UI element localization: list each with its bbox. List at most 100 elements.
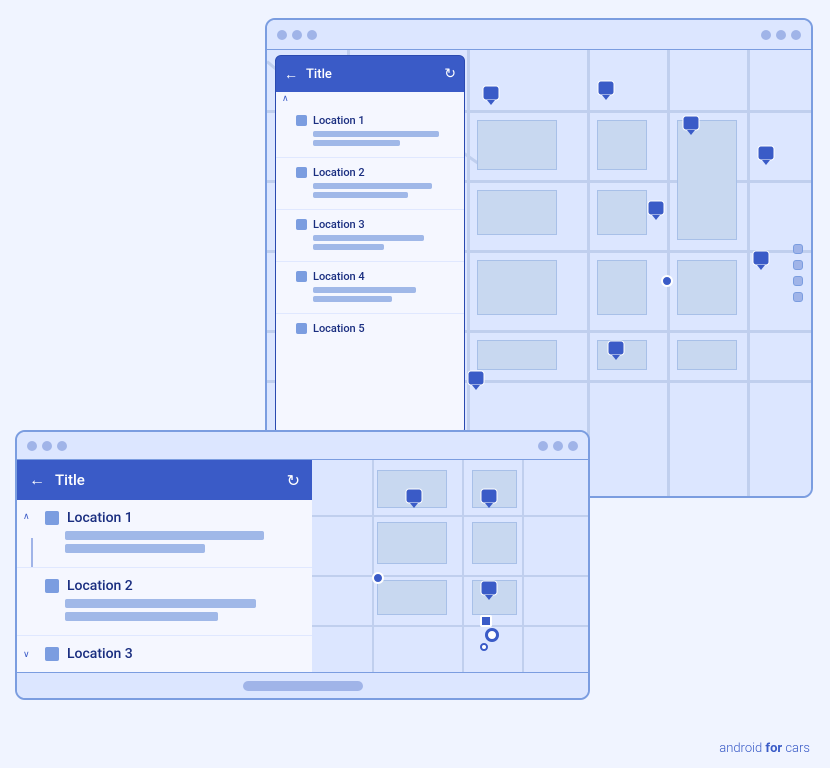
front-checkbox-3[interactable] xyxy=(45,647,59,661)
fblock-5 xyxy=(377,580,447,615)
bottom-pill xyxy=(243,681,363,691)
fblock-4 xyxy=(472,522,517,564)
block-13 xyxy=(477,340,557,370)
front-card: ← Title ↻ ∧ Location 1 xyxy=(15,430,590,700)
fdot-4 xyxy=(538,441,548,451)
block-15 xyxy=(677,340,737,370)
back-panel-item-4[interactable]: Location 4 xyxy=(276,262,464,314)
back-panel-refresh-icon[interactable]: ↻ xyxy=(444,66,456,82)
back-panel-item-2-name: Location 2 xyxy=(296,166,454,179)
front-bar-1a xyxy=(65,531,264,540)
fdot-2 xyxy=(42,441,52,451)
front-bar-1b xyxy=(65,544,205,553)
item-bar-2b xyxy=(313,192,408,198)
front-panel-item-2[interactable]: Location 2 xyxy=(17,568,312,636)
front-checkbox-2[interactable] xyxy=(45,579,59,593)
item-bar-4a xyxy=(313,287,416,293)
back-panel-title: Title xyxy=(306,67,436,82)
fdot-1 xyxy=(27,441,37,451)
checkbox-1[interactable] xyxy=(296,115,307,126)
map-pin-6 xyxy=(752,250,770,270)
road-v5 xyxy=(747,50,750,496)
front-map-pin-2 xyxy=(480,488,498,508)
back-panel-item-5-name: Location 5 xyxy=(296,322,454,335)
front-map-circle-2 xyxy=(480,643,488,651)
back-panel-chevron-up[interactable]: ∧ xyxy=(282,94,289,104)
back-panel-item-4-name: Location 4 xyxy=(296,270,454,283)
fdot-6 xyxy=(568,441,578,451)
map-pin-5 xyxy=(647,200,665,220)
back-panel-item-2[interactable]: Location 2 xyxy=(276,158,464,210)
back-panel-item-3[interactable]: Location 3 xyxy=(276,210,464,262)
froad-h2 xyxy=(312,575,588,577)
front-panel-item-2-name: Location 2 xyxy=(45,578,300,594)
front-bar-2b xyxy=(65,612,218,621)
froad-h1 xyxy=(312,515,588,517)
dot-3 xyxy=(307,30,317,40)
block-2 xyxy=(477,120,557,170)
back-card-top-bar xyxy=(267,20,811,50)
front-card-top-bar xyxy=(17,432,588,460)
back-panel-item-1[interactable]: Location 1 xyxy=(276,106,464,158)
front-panel-item-3-name: Location 3 xyxy=(45,646,300,662)
froad-v1 xyxy=(372,460,374,672)
back-panel-item-5[interactable]: Location 5 xyxy=(276,314,464,347)
back-card-dots-left xyxy=(277,30,317,40)
front-card-bottom-bar xyxy=(17,672,588,698)
fdot-5 xyxy=(553,441,563,451)
dot-1 xyxy=(277,30,287,40)
front-panel-title: Title xyxy=(55,471,277,489)
block-3 xyxy=(597,120,647,170)
scroll-dot-2[interactable] xyxy=(793,260,803,270)
front-map-dot-1 xyxy=(372,572,384,584)
front-panel-refresh-icon[interactable]: ↻ xyxy=(287,471,300,490)
scroll-dot-4[interactable] xyxy=(793,292,803,302)
front-map xyxy=(312,460,588,672)
map-pin-8 xyxy=(467,370,485,390)
dot-2 xyxy=(292,30,302,40)
back-panel: ← Title ↻ ∧ Location 1 Location 2 xyxy=(275,55,465,435)
checkbox-2[interactable] xyxy=(296,167,307,178)
front-map-square-1 xyxy=(480,615,492,627)
block-6 xyxy=(597,190,647,235)
road-v3 xyxy=(587,50,590,496)
front-panel: ← Title ↻ ∧ Location 1 xyxy=(17,460,312,672)
block-10 xyxy=(597,260,647,315)
front-checkbox-1[interactable] xyxy=(45,511,59,525)
front-panel-header: ← Title ↻ xyxy=(17,460,312,500)
front-bar-2a xyxy=(65,599,256,608)
block-5 xyxy=(477,190,557,235)
map-pin-2 xyxy=(597,80,615,100)
front-panel-back-icon[interactable]: ← xyxy=(29,470,45,490)
front-item-3-chevron-down[interactable]: ∨ xyxy=(23,650,30,660)
back-panel-back-icon[interactable]: ← xyxy=(284,66,298,83)
item-bar-1a xyxy=(313,131,439,137)
front-card-content: ← Title ↻ ∧ Location 1 xyxy=(17,460,588,672)
map-pin-4 xyxy=(757,145,775,165)
back-card-dots-right xyxy=(761,30,801,40)
front-item-1-chevron-up[interactable]: ∧ xyxy=(23,512,30,522)
item-bar-1b xyxy=(313,140,400,146)
block-7 xyxy=(677,120,737,240)
checkbox-3[interactable] xyxy=(296,219,307,230)
checkbox-5[interactable] xyxy=(296,323,307,334)
scroll-dot-1[interactable] xyxy=(793,244,803,254)
road-v4 xyxy=(667,50,670,496)
front-top-dots-right xyxy=(538,441,578,451)
front-panel-item-3[interactable]: ∨ Location 3 xyxy=(17,636,312,672)
block-9 xyxy=(477,260,557,315)
froad-h3 xyxy=(312,625,588,627)
fdot-3 xyxy=(57,441,67,451)
back-panel-item-1-name: Location 1 xyxy=(296,114,454,127)
dot-4 xyxy=(761,30,771,40)
front-map-pin-3 xyxy=(480,580,498,600)
front-panel-items: ∧ Location 1 Location 2 xyxy=(17,500,312,672)
front-panel-item-1-name: Location 1 xyxy=(45,510,300,526)
map-pin-7 xyxy=(607,340,625,360)
map-pin-1 xyxy=(482,85,500,105)
checkbox-4[interactable] xyxy=(296,271,307,282)
scrollbar[interactable] xyxy=(793,244,803,302)
front-panel-item-1[interactable]: ∧ Location 1 xyxy=(17,500,312,568)
scroll-dot-3[interactable] xyxy=(793,276,803,286)
item-bar-4b xyxy=(313,296,392,302)
